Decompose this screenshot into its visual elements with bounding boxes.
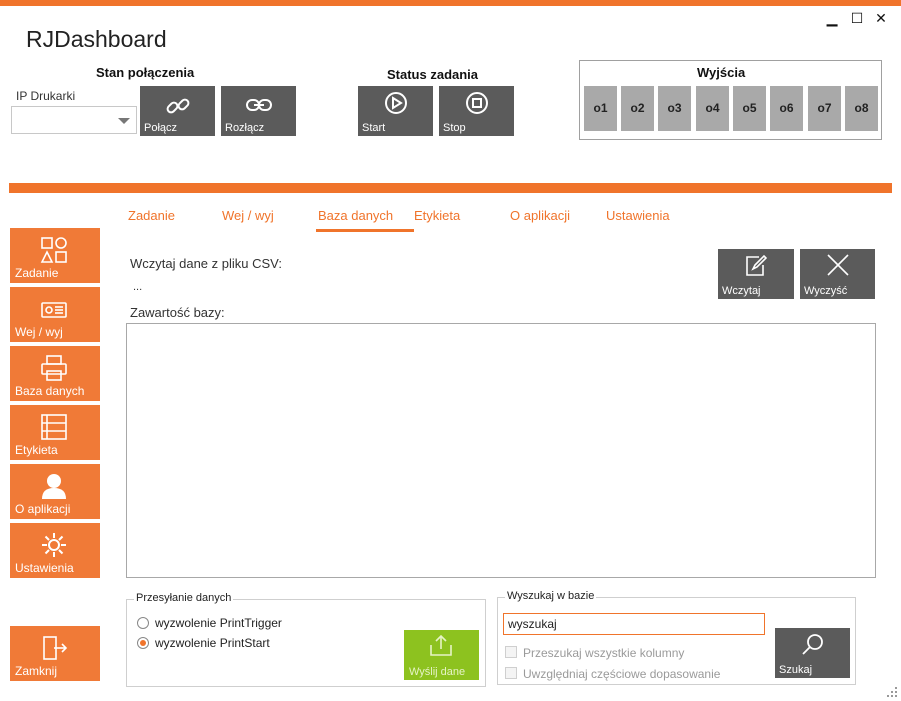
- search-group-title: Wyszukaj w bazie: [505, 590, 597, 602]
- radio-print-start-label: wyzwolenie PrintStart: [155, 636, 270, 650]
- app-title: RJDashboard: [26, 26, 167, 52]
- play-icon: [385, 92, 407, 114]
- label-list-icon: [41, 414, 67, 440]
- task-grid-icon: [40, 237, 67, 263]
- load-csv-button[interactable]: Wczytaj: [718, 249, 794, 299]
- sidebar-item-label: O aplikacji: [15, 502, 71, 516]
- output-o4[interactable]: o4: [696, 86, 729, 131]
- output-o7[interactable]: o7: [808, 86, 841, 131]
- search-button[interactable]: Szukaj: [775, 628, 850, 678]
- active-tab-indicator: [316, 229, 414, 232]
- clear-button[interactable]: Wyczyść: [800, 249, 875, 299]
- link-icon: [166, 98, 190, 114]
- search-button-label: Szukaj: [779, 664, 813, 676]
- upload-icon: [430, 634, 452, 656]
- sidebar-item-label: Etykieta: [15, 443, 58, 457]
- start-button[interactable]: Start: [358, 86, 433, 136]
- output-o3[interactable]: o3: [658, 86, 691, 131]
- radio-print-start[interactable]: [137, 637, 149, 649]
- edit-document-icon: [746, 254, 767, 276]
- search-all-columns-label: Przeszukaj wszystkie kolumny: [523, 646, 685, 660]
- sidebar-item-wej-wyj[interactable]: Wej / wyj: [10, 287, 100, 342]
- output-o6[interactable]: o6: [770, 86, 803, 131]
- unlink-icon: [246, 99, 272, 111]
- user-icon: [42, 474, 66, 499]
- radio-print-trigger[interactable]: [137, 617, 149, 629]
- sidebar-item-o-aplikacji[interactable]: O aplikacji: [10, 464, 100, 519]
- db-content-label: Zawartość bazy:: [130, 305, 225, 320]
- output-o5[interactable]: o5: [733, 86, 766, 131]
- connect-button-label: Połącz: [144, 122, 178, 134]
- send-data-button-label: Wyślij dane: [409, 666, 466, 678]
- stop-button-label: Stop: [443, 122, 466, 134]
- close-app-button[interactable]: Zamknij: [10, 626, 100, 681]
- settings-icon: [42, 533, 66, 557]
- maximize-button[interactable]: ☐: [849, 10, 865, 26]
- sidebar-item-ustawienia[interactable]: Ustawienia: [10, 523, 100, 578]
- radio-print-trigger-label: wyzwolenie PrintTrigger: [155, 616, 282, 630]
- start-button-label: Start: [362, 122, 386, 134]
- close-app-label: Zamknij: [15, 664, 58, 678]
- send-data-group-title: Przesyłanie danych: [134, 592, 234, 604]
- close-icon: [827, 254, 849, 276]
- outputs-panel: Wyjścia o1 o2 o3 o4 o5 o6 o7 o8: [579, 60, 882, 140]
- sidebar-item-label: Ustawienia: [15, 561, 74, 575]
- db-content-textarea[interactable]: [126, 323, 876, 578]
- stop-button[interactable]: Stop: [439, 86, 514, 136]
- printer-ip-combobox[interactable]: [11, 106, 137, 134]
- search-icon: [802, 634, 823, 655]
- printer-icon: [41, 355, 67, 381]
- printer-ip-label: IP Drukarki: [16, 89, 76, 103]
- close-window-button[interactable]: ✕: [873, 10, 889, 26]
- top-accent-stripe: [0, 0, 901, 6]
- send-data-button[interactable]: Wyślij dane: [404, 630, 479, 680]
- exit-door-icon: [43, 636, 68, 660]
- partial-match-label: Uwzględniaj częściowe dopasowanie: [523, 667, 721, 681]
- minimize-button[interactable]: ▁: [824, 10, 840, 26]
- connection-section-title: Stan połączenia: [96, 65, 195, 80]
- tab-wej-wyj[interactable]: Wej / wyj: [222, 208, 274, 223]
- sidebar-item-label: Baza danych: [15, 384, 85, 398]
- outputs-section-title: Wyjścia: [697, 65, 746, 80]
- tab-ustawienia[interactable]: Ustawienia: [606, 208, 670, 223]
- disconnect-button[interactable]: Rozłącz: [221, 86, 296, 136]
- sidebar-item-etykieta[interactable]: Etykieta: [10, 405, 100, 460]
- task-status-section-title: Status zadania: [387, 67, 479, 82]
- tab-o-aplikacji[interactable]: O aplikacji: [510, 208, 570, 223]
- resize-grip-icon[interactable]: [887, 687, 897, 697]
- stop-icon: [466, 92, 488, 114]
- output-o1[interactable]: o1: [584, 86, 617, 131]
- search-input[interactable]: [503, 613, 765, 635]
- chevron-down-icon[interactable]: [118, 118, 130, 124]
- tab-etykieta[interactable]: Etykieta: [414, 208, 460, 223]
- sidebar-item-label: Wej / wyj: [15, 325, 63, 339]
- disconnect-button-label: Rozłącz: [225, 122, 265, 134]
- sidebar-item-zadanie[interactable]: Zadanie: [10, 228, 100, 283]
- sidebar-item-baza-danych[interactable]: Baza danych: [10, 346, 100, 401]
- clear-button-label: Wyczyść: [804, 285, 848, 297]
- io-card-icon: [41, 302, 67, 318]
- partial-match-checkbox[interactable]: [505, 667, 517, 679]
- output-o2[interactable]: o2: [621, 86, 654, 131]
- search-all-columns-checkbox[interactable]: [505, 646, 517, 658]
- tab-baza-danych[interactable]: Baza danych: [318, 208, 393, 223]
- tab-zadanie[interactable]: Zadanie: [128, 208, 175, 223]
- load-csv-label: Wczytaj dane z pliku CSV:: [130, 256, 282, 271]
- output-o8[interactable]: o8: [845, 86, 878, 131]
- csv-file-path: ...: [133, 281, 143, 293]
- header-divider-bar: [9, 183, 892, 193]
- sidebar-item-label: Zadanie: [15, 266, 59, 280]
- connect-button[interactable]: Połącz: [140, 86, 215, 136]
- load-csv-button-label: Wczytaj: [722, 285, 761, 297]
